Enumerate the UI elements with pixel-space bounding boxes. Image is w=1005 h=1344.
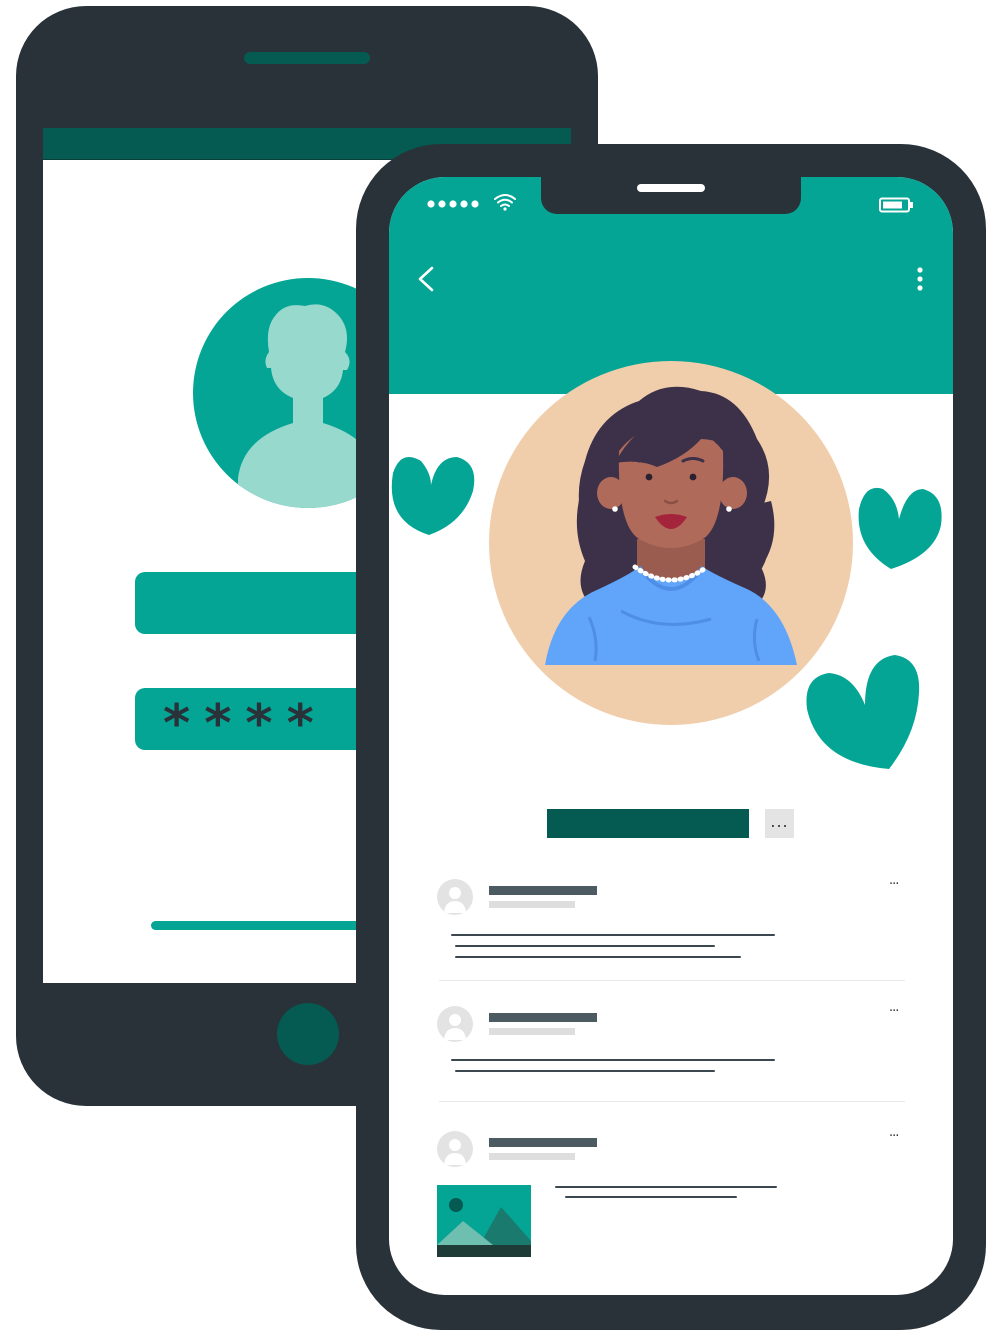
post-more-button[interactable]: ...: [889, 873, 899, 888]
post-meta-line: [489, 1028, 575, 1035]
user-silhouette-icon: [444, 1139, 466, 1165]
post-avatar[interactable]: [437, 1006, 473, 1042]
vertical-dots-icon[interactable]: [915, 265, 925, 295]
user-silhouette-icon: [444, 1014, 466, 1040]
post-more-button[interactable]: ...: [889, 1000, 899, 1015]
post-meta-line: [489, 1153, 575, 1160]
post-image[interactable]: [437, 1185, 531, 1257]
post-author-line: [489, 1013, 597, 1022]
chevron-left-icon[interactable]: [415, 265, 439, 293]
post-text-line: [451, 934, 775, 936]
notch-speaker: [637, 184, 705, 192]
battery-icon: [879, 197, 913, 213]
image-placeholder-icon: [437, 1185, 531, 1257]
back-phone-speaker: [244, 52, 370, 64]
post-text-line: [555, 1186, 777, 1188]
post-avatar[interactable]: [437, 1131, 473, 1167]
post-text-line: [455, 1070, 715, 1072]
post-author-line: [489, 886, 597, 895]
profile-avatar: [489, 361, 853, 725]
heart-icon: [858, 487, 942, 569]
post-divider: [439, 980, 905, 981]
profile-screen: ... ... ... ...: [389, 177, 953, 1295]
heart-icon: [391, 457, 475, 535]
post-text-line: [565, 1196, 737, 1198]
post-divider: [439, 1101, 905, 1102]
profile-name-bar: [547, 809, 749, 838]
post-author-line: [489, 1138, 597, 1147]
post-meta-line: [489, 901, 575, 908]
post-more-button[interactable]: ...: [889, 1125, 899, 1140]
post-text-line: [455, 945, 715, 947]
post-text-line: [455, 956, 741, 958]
woman-avatar-illustration: [545, 386, 797, 665]
wifi-icon: [494, 194, 516, 211]
user-silhouette-icon: [444, 887, 466, 913]
phone-notch: [541, 177, 801, 214]
signal-dots-icon: [427, 200, 479, 208]
profile-more-button[interactable]: ...: [765, 809, 794, 838]
heart-icon: [806, 655, 920, 769]
home-button[interactable]: [277, 1003, 339, 1065]
post-text-line: [451, 1059, 775, 1061]
post-avatar[interactable]: [437, 879, 473, 915]
